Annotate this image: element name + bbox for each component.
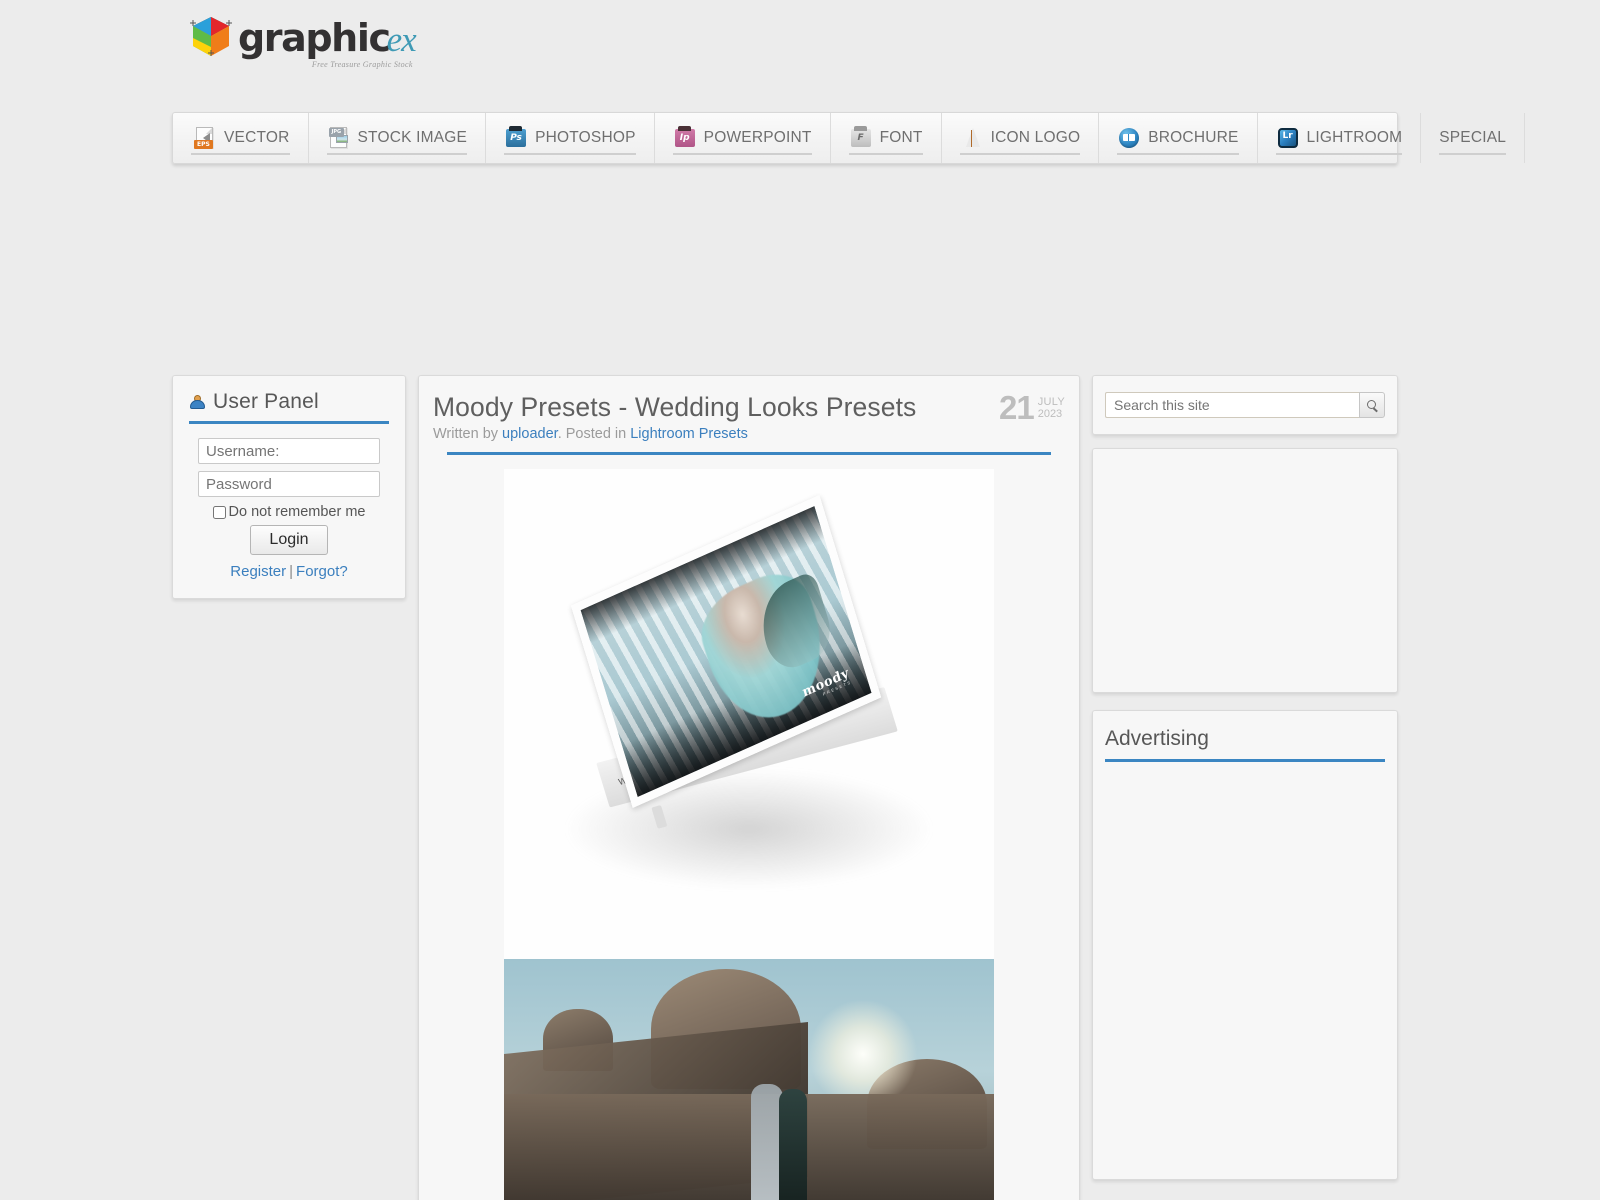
nav-item-stock-image[interactable]: JPG STOCK IMAGE (309, 113, 487, 163)
search-button[interactable] (1359, 392, 1385, 418)
eps-file-icon: EPS (193, 126, 217, 150)
search-form (1105, 392, 1385, 418)
do-not-remember-checkbox[interactable] (212, 505, 226, 519)
date-month-year: JULY 2023 (1038, 392, 1065, 420)
lightroom-icon: Lr (1276, 126, 1300, 150)
top-ad-placeholder (172, 172, 1398, 362)
nav-underline (959, 153, 1081, 155)
nav-label-icon-logo: ICON LOGO (990, 129, 1081, 146)
page-root: graphicex Free Treasure Graphic Stock EP… (0, 0, 1600, 1200)
font-icon: F (849, 126, 873, 150)
links-separator: | (289, 563, 294, 580)
username-input[interactable] (198, 438, 380, 464)
nav-label-font: FONT (879, 129, 923, 146)
article-header: Moody Presets - Wedding Looks Presets Wr… (419, 376, 1079, 455)
nav-label-lightroom: LIGHTROOM (1306, 129, 1403, 146)
nav-underline (672, 153, 812, 155)
wedding-couple-photo[interactable] (504, 959, 994, 1200)
nav-underline (326, 153, 468, 155)
date-month: JULY (1037, 396, 1065, 408)
nav-label-stock-image: STOCK IMAGE (357, 129, 468, 146)
article-meta: Written by uploader. Posted in Lightroom… (433, 426, 1065, 442)
posted-in-label: . Posted in (557, 426, 627, 442)
sidebar-ad-placeholder (1092, 448, 1398, 693)
logo-main-text: graphic (238, 16, 391, 60)
nav-underline (1275, 153, 1403, 155)
couple-figures (749, 1079, 813, 1200)
search-panel (1092, 375, 1398, 435)
nav-item-special[interactable]: SPECIAL (1421, 113, 1526, 163)
left-sidebar: User Panel Do not remember me Login Regi… (172, 375, 406, 599)
user-panel-title: User Panel (213, 390, 319, 413)
nav-item-photoshop[interactable]: Ps PHOTOSHOP (486, 113, 655, 163)
product-box-mockup-image[interactable]: Wedding Looks moody PRESETS (504, 469, 994, 959)
nav-underline (191, 153, 290, 155)
user-panel-header: User Panel (189, 390, 389, 414)
main-navigation: EPS VECTOR JPG STOCK IMAGE Ps PHOTOSHOP … (172, 112, 1526, 164)
nav-underline (1439, 153, 1507, 155)
category-link[interactable]: Lightroom Presets (630, 426, 748, 442)
nav-label-powerpoint: POWERPOINT (703, 129, 812, 146)
date-day: 21 (998, 389, 1035, 426)
nav-label-brochure: BROCHURE (1148, 129, 1239, 146)
brochure-icon (1117, 126, 1141, 150)
groom-figure (779, 1089, 807, 1200)
site-header: graphicex Free Treasure Graphic Stock (172, 0, 1398, 100)
pen-nib-icon (960, 126, 984, 150)
user-panel-divider (189, 421, 389, 424)
mockup-cover-photo: moody PRESETS (570, 495, 882, 808)
password-input[interactable] (198, 471, 380, 497)
nav-label-vector: VECTOR (224, 129, 290, 146)
search-icon (1366, 399, 1378, 411)
nav-underline (504, 153, 636, 155)
logo-wordmark: graphicex Free Treasure Graphic Stock (238, 16, 417, 69)
nav-underline (848, 153, 923, 155)
user-panel-links: Register | Forgot? (189, 563, 389, 580)
search-input[interactable] (1105, 392, 1359, 418)
article-divider (447, 452, 1051, 455)
advertising-title: Advertising (1105, 727, 1209, 750)
advertising-divider (1105, 759, 1385, 762)
site-logo[interactable]: graphicex Free Treasure Graphic Stock (188, 14, 417, 69)
article-body: Wedding Looks moody PRESETS (419, 455, 1079, 1200)
date-year: 2023 (1037, 408, 1063, 420)
do-not-remember-label[interactable]: Do not remember me (229, 504, 366, 520)
forgot-password-link[interactable]: Forgot? (296, 563, 348, 580)
main-content: Moody Presets - Wedding Looks Presets Wr… (418, 375, 1080, 1200)
sun-flare (807, 999, 918, 1109)
mockup-box-notch (651, 805, 668, 829)
nav-item-powerpoint[interactable]: Ip POWERPOINT (655, 113, 831, 163)
register-link[interactable]: Register (230, 563, 286, 580)
nav-item-icon-logo[interactable]: ICON LOGO (942, 113, 1100, 163)
user-icon (189, 394, 206, 411)
nav-item-font[interactable]: F FONT (831, 113, 942, 163)
user-panel: User Panel Do not remember me Login Regi… (172, 375, 406, 599)
written-by-label: Written by (433, 426, 499, 442)
remember-me-row: Do not remember me (189, 504, 389, 520)
nav-item-lightroom[interactable]: Lr LIGHTROOM (1258, 113, 1422, 163)
article: Moody Presets - Wedding Looks Presets Wr… (418, 375, 1080, 1200)
nav-label-photoshop: PHOTOSHOP (535, 129, 636, 146)
advertising-panel: Advertising (1092, 710, 1398, 1180)
nav-label-special: SPECIAL (1439, 129, 1507, 146)
jpg-image-icon: JPG (327, 126, 351, 150)
logo-accent-text: ex (386, 20, 417, 59)
author-link[interactable]: uploader (502, 426, 558, 442)
cube-logo-icon (188, 14, 234, 60)
page-title: Moody Presets - Wedding Looks Presets (433, 392, 917, 422)
photoshop-icon: Ps (504, 126, 528, 150)
right-sidebar: Advertising (1092, 375, 1398, 1180)
nav-underline (1117, 153, 1239, 155)
powerpoint-icon: Ip (673, 126, 697, 150)
article-date: 21 JULY 2023 (998, 389, 1065, 426)
nav-item-brochure[interactable]: BROCHURE (1099, 113, 1258, 163)
logo-tagline: Free Treasure Graphic Stock (311, 60, 413, 69)
nav-item-vector[interactable]: EPS VECTOR (173, 113, 309, 163)
login-button[interactable]: Login (250, 525, 328, 555)
